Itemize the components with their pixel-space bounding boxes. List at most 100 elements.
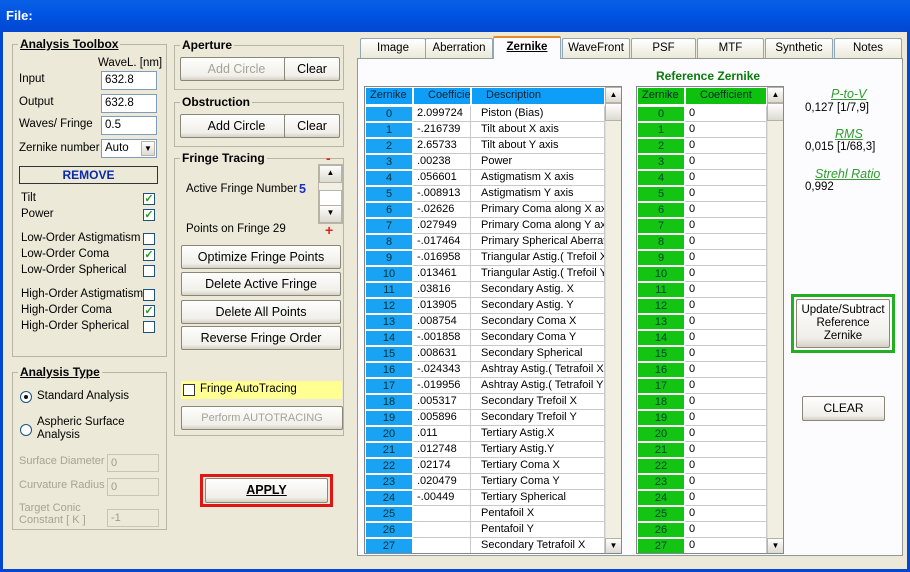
remove-option-checkbox[interactable] <box>143 289 155 301</box>
delete-all-points-button[interactable]: Delete All Points <box>181 300 341 324</box>
clear-reference-button[interactable]: CLEAR <box>802 396 885 421</box>
remove-option-checkbox[interactable]: ✓ <box>143 305 155 317</box>
reference-row[interactable]: 20 0 <box>637 426 767 442</box>
table-row[interactable]: 22.02174 Tertiary Coma X <box>365 458 605 474</box>
reference-row[interactable]: 90 <box>637 250 767 266</box>
curvature-radius-field[interactable]: 0 <box>107 478 159 496</box>
ptov-label[interactable]: P-to-V <box>831 87 866 101</box>
aspheric-analysis-radio[interactable] <box>20 424 32 436</box>
reference-row[interactable]: 70 <box>637 218 767 234</box>
reference-row[interactable]: 14 0 <box>637 330 767 346</box>
reference-row[interactable]: 25 0 <box>637 506 767 522</box>
surface-diameter-field[interactable]: 0 <box>107 454 159 472</box>
reference-row[interactable]: 18 0 <box>637 394 767 410</box>
table-row[interactable]: 15.008631 Secondary Spherical <box>365 346 605 362</box>
table-row[interactable]: 4.056601 Astigmatism X axis <box>365 170 605 186</box>
table-row[interactable]: 18.005317 Secondary Trefoil X <box>365 394 605 410</box>
table-row[interactable]: 3.00238 Power <box>365 154 605 170</box>
remove-option-checkbox[interactable]: ✓ <box>143 209 155 221</box>
table-row[interactable]: 17 -.019956 Ashtray Astig.( Tetrafoil Y <box>365 378 605 394</box>
scroll-down-icon[interactable]: ▼ <box>605 538 621 553</box>
zernike-number-select[interactable]: Auto ▼ <box>101 139 157 158</box>
rms-label[interactable]: RMS <box>835 127 863 141</box>
remove-option-checkbox[interactable] <box>143 233 155 245</box>
strehl-label[interactable]: Strehl Ratio <box>815 167 880 181</box>
table-row[interactable]: 21.012748 Tertiary Astig.Y <box>365 442 605 458</box>
reference-row[interactable]: 17 0 <box>637 378 767 394</box>
fringe-autotracing-checkbox[interactable] <box>183 384 195 396</box>
tab-notes[interactable]: Notes <box>834 38 902 58</box>
scroll-down-icon[interactable]: ▼ <box>767 538 783 553</box>
standard-analysis-radio[interactable] <box>20 391 32 403</box>
table-row[interactable]: 2 2.65733 Tilt about Y axis <box>365 138 605 154</box>
reference-row[interactable]: 19 0 <box>637 410 767 426</box>
reference-row[interactable]: 13 0 <box>637 314 767 330</box>
reverse-fringe-order-button[interactable]: Reverse Fringe Order <box>181 326 341 350</box>
table-row[interactable]: 27 Secondary Tetrafoil X <box>365 538 605 553</box>
table-row[interactable]: 23.020479 Tertiary Coma Y <box>365 474 605 490</box>
tab-synthetic[interactable]: Synthetic <box>765 38 833 58</box>
output-wavelength-field[interactable]: 632.8 <box>101 94 157 113</box>
reference-row[interactable]: 60 <box>637 202 767 218</box>
tab-psf[interactable]: PSF <box>631 38 696 58</box>
reference-row[interactable]: 24 0 <box>637 490 767 506</box>
reference-row[interactable]: 50 <box>637 186 767 202</box>
reference-row[interactable]: 27 0 <box>637 538 767 553</box>
obstruction-clear-button[interactable]: Clear <box>284 114 340 138</box>
aperture-add-circle-button[interactable]: Add Circle <box>180 57 293 81</box>
update-subtract-reference-button[interactable]: Update/Subtract Reference Zernike <box>796 299 890 348</box>
tab-zernike[interactable]: Zernike <box>493 36 561 59</box>
target-conic-field[interactable]: -1 <box>107 509 159 527</box>
reference-row[interactable]: 11 0 <box>637 282 767 298</box>
table-row[interactable]: 10.013461 Triangular Astig.( Trefoil Y <box>365 266 605 282</box>
reference-row[interactable]: 20 <box>637 138 767 154</box>
obstruction-add-circle-button[interactable]: Add Circle <box>180 114 293 138</box>
scroll-up-icon[interactable]: ▲ <box>605 87 621 103</box>
table-row[interactable]: 11.03816 Secondary Astig. X <box>365 282 605 298</box>
remove-option-checkbox[interactable]: ✓ <box>143 193 155 205</box>
perform-autotracing-button[interactable]: Perform AUTOTRACING <box>181 406 343 430</box>
table-row[interactable]: 9 -.016958 Triangular Astig.( Trefoil X <box>365 250 605 266</box>
reference-row[interactable]: 30 <box>637 154 767 170</box>
reference-row[interactable]: 40 <box>637 170 767 186</box>
reference-row[interactable]: 00 <box>637 106 767 122</box>
scroll-up-icon[interactable]: ▲ <box>767 87 783 103</box>
reference-row[interactable]: 16 0 <box>637 362 767 378</box>
table-row[interactable]: 1 -.216739 Tilt about X axis <box>365 122 605 138</box>
reference-scrollbar[interactable] <box>767 87 783 553</box>
delete-active-fringe-button[interactable]: Delete Active Fringe <box>181 272 341 296</box>
chevron-down-icon[interactable]: ▼ <box>141 141 155 156</box>
reference-row[interactable]: 22 0 <box>637 458 767 474</box>
tab-image[interactable]: Image <box>360 38 426 58</box>
fringe-spinner[interactable]: ▲ ▼ <box>318 164 343 224</box>
table-row[interactable]: 5 -.008913 Astigmatism Y axis <box>365 186 605 202</box>
remove-option-checkbox[interactable] <box>143 265 155 277</box>
waves-fringe-field[interactable]: 0.5 <box>101 116 157 135</box>
table-row[interactable]: 24 -.00449 Tertiary Spherical <box>365 490 605 506</box>
reference-row[interactable]: 26 0 <box>637 522 767 538</box>
tab-wavefront[interactable]: WaveFront <box>562 38 630 58</box>
reference-row[interactable]: 21 0 <box>637 442 767 458</box>
spin-down-icon[interactable]: ▼ <box>319 205 342 223</box>
table-row[interactable]: 25 Pentafoil X <box>365 506 605 522</box>
table-row[interactable]: 0 2.099724 Piston (Bias) <box>365 106 605 122</box>
table-row[interactable]: 12.013905 Secondary Astig. Y <box>365 298 605 314</box>
optimize-fringe-points-button[interactable]: Optimize Fringe Points <box>181 245 341 269</box>
apply-button[interactable]: APPLY <box>205 478 328 503</box>
tab-mtf[interactable]: MTF <box>697 38 764 58</box>
input-wavelength-field[interactable]: 632.8 <box>101 71 157 90</box>
table-row[interactable]: 8-.017464Primary Spherical Aberration <box>365 234 605 250</box>
scroll-thumb[interactable] <box>767 103 783 121</box>
table-row[interactable]: 16 -.024343 Ashtray Astig.( Tetrafoil X <box>365 362 605 378</box>
table-row[interactable]: 6 -.02626 Primary Coma along X axis <box>365 202 605 218</box>
remove-option-checkbox[interactable]: ✓ <box>143 249 155 261</box>
table-scrollbar[interactable] <box>605 87 621 553</box>
fringe-autotracing-row[interactable]: Fringe AutoTracing <box>181 381 342 399</box>
table-row[interactable]: 20.011 Tertiary Astig.X <box>365 426 605 442</box>
reference-row[interactable]: 23 0 <box>637 474 767 490</box>
table-row[interactable]: 26 Pentafoil Y <box>365 522 605 538</box>
spin-up-icon[interactable]: ▲ <box>319 165 342 183</box>
tab-aberration[interactable]: Aberration <box>425 38 493 58</box>
reference-row[interactable]: 10 <box>637 122 767 138</box>
reference-row[interactable]: 80 <box>637 234 767 250</box>
